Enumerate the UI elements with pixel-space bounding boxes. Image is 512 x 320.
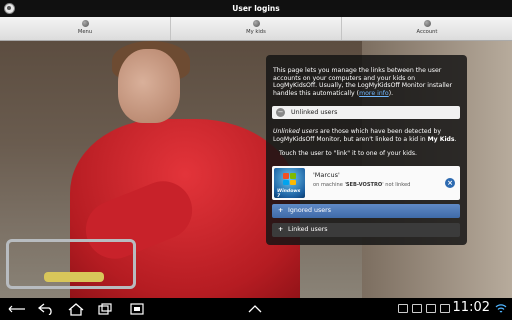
- image-icon: [426, 304, 436, 313]
- plus-icon: +: [278, 226, 284, 233]
- recent-apps-icon[interactable]: [96, 301, 114, 317]
- tab-my-kids[interactable]: My kids: [171, 17, 342, 40]
- user-logins-panel: This page lets you manage the links betw…: [266, 55, 467, 245]
- notification-icon: [398, 304, 408, 313]
- app-logo-icon: [4, 3, 15, 14]
- intro-text: This page lets you manage the links betw…: [273, 67, 461, 97]
- minus-icon: −: [276, 108, 285, 117]
- nav-bar: Menu My kids Account: [0, 17, 512, 41]
- window-title: User logins: [232, 4, 280, 13]
- ignore-user-icon[interactable]: ×: [445, 178, 455, 188]
- tab-menu-label: Menu: [77, 29, 93, 35]
- home-icon[interactable]: [66, 301, 86, 317]
- machine-suffix: ' not linked: [382, 182, 411, 188]
- my-kids-dot-icon: [252, 20, 260, 27]
- windows-flag-icon: [283, 173, 296, 185]
- plus-icon: +: [278, 207, 284, 214]
- clock: 11:02: [452, 300, 490, 315]
- ignored-users-section[interactable]: + Ignored users: [272, 204, 460, 218]
- tab-menu[interactable]: Menu: [0, 17, 171, 40]
- intro-text-end: ).: [388, 89, 394, 97]
- desc-emphasis: Unlinked users: [273, 128, 319, 135]
- menu-dot-icon: [81, 20, 89, 27]
- windows-logo-icon: Windows 7: [274, 168, 305, 199]
- linked-users-label: Linked users: [288, 226, 328, 233]
- usb-icon: [412, 304, 422, 313]
- tab-account-label: Account: [416, 29, 438, 35]
- machine-prefix: on machine ': [313, 182, 346, 188]
- wifi-icon: [494, 301, 508, 317]
- linked-users-section[interactable]: + Linked users: [272, 223, 460, 237]
- sync-icon: [440, 304, 450, 313]
- tab-account[interactable]: Account: [342, 17, 512, 40]
- desc-my-kids: My Kids: [427, 135, 455, 143]
- volume-down-icon[interactable]: [6, 301, 28, 317]
- touch-hint: Touch the user to "link" it to one of yo…: [279, 150, 417, 157]
- unlinked-users-header[interactable]: − Unlinked users: [272, 106, 460, 119]
- unlinked-users-label: Unlinked users: [291, 109, 338, 116]
- ignored-users-label: Ignored users: [288, 207, 332, 214]
- title-bar: User logins: [0, 0, 512, 17]
- photo-child-head: [118, 49, 180, 123]
- account-dot-icon: [423, 20, 431, 27]
- chevron-up-icon[interactable]: [246, 301, 264, 317]
- windows-version-text: Windows 7: [277, 189, 301, 199]
- user-name: 'Marcus': [313, 171, 340, 179]
- machine-name: SEB-VOSTRO: [345, 182, 383, 188]
- unlinked-user-item[interactable]: Windows 7 'Marcus' on machine 'SEB-VOSTR…: [272, 166, 460, 200]
- screenshot-icon[interactable]: [128, 301, 146, 317]
- desc-end: .: [454, 135, 457, 143]
- back-icon[interactable]: [36, 301, 56, 317]
- tab-my-kids-label: My kids: [246, 29, 266, 35]
- system-bar: 11:02: [0, 298, 512, 320]
- more-info-link[interactable]: more info: [359, 90, 389, 97]
- user-machine: on machine 'SEB-VOSTRO' not linked: [313, 182, 410, 188]
- unlinked-description: Unlinked users are those which have been…: [273, 128, 461, 143]
- photo-bike-handle: [44, 272, 104, 282]
